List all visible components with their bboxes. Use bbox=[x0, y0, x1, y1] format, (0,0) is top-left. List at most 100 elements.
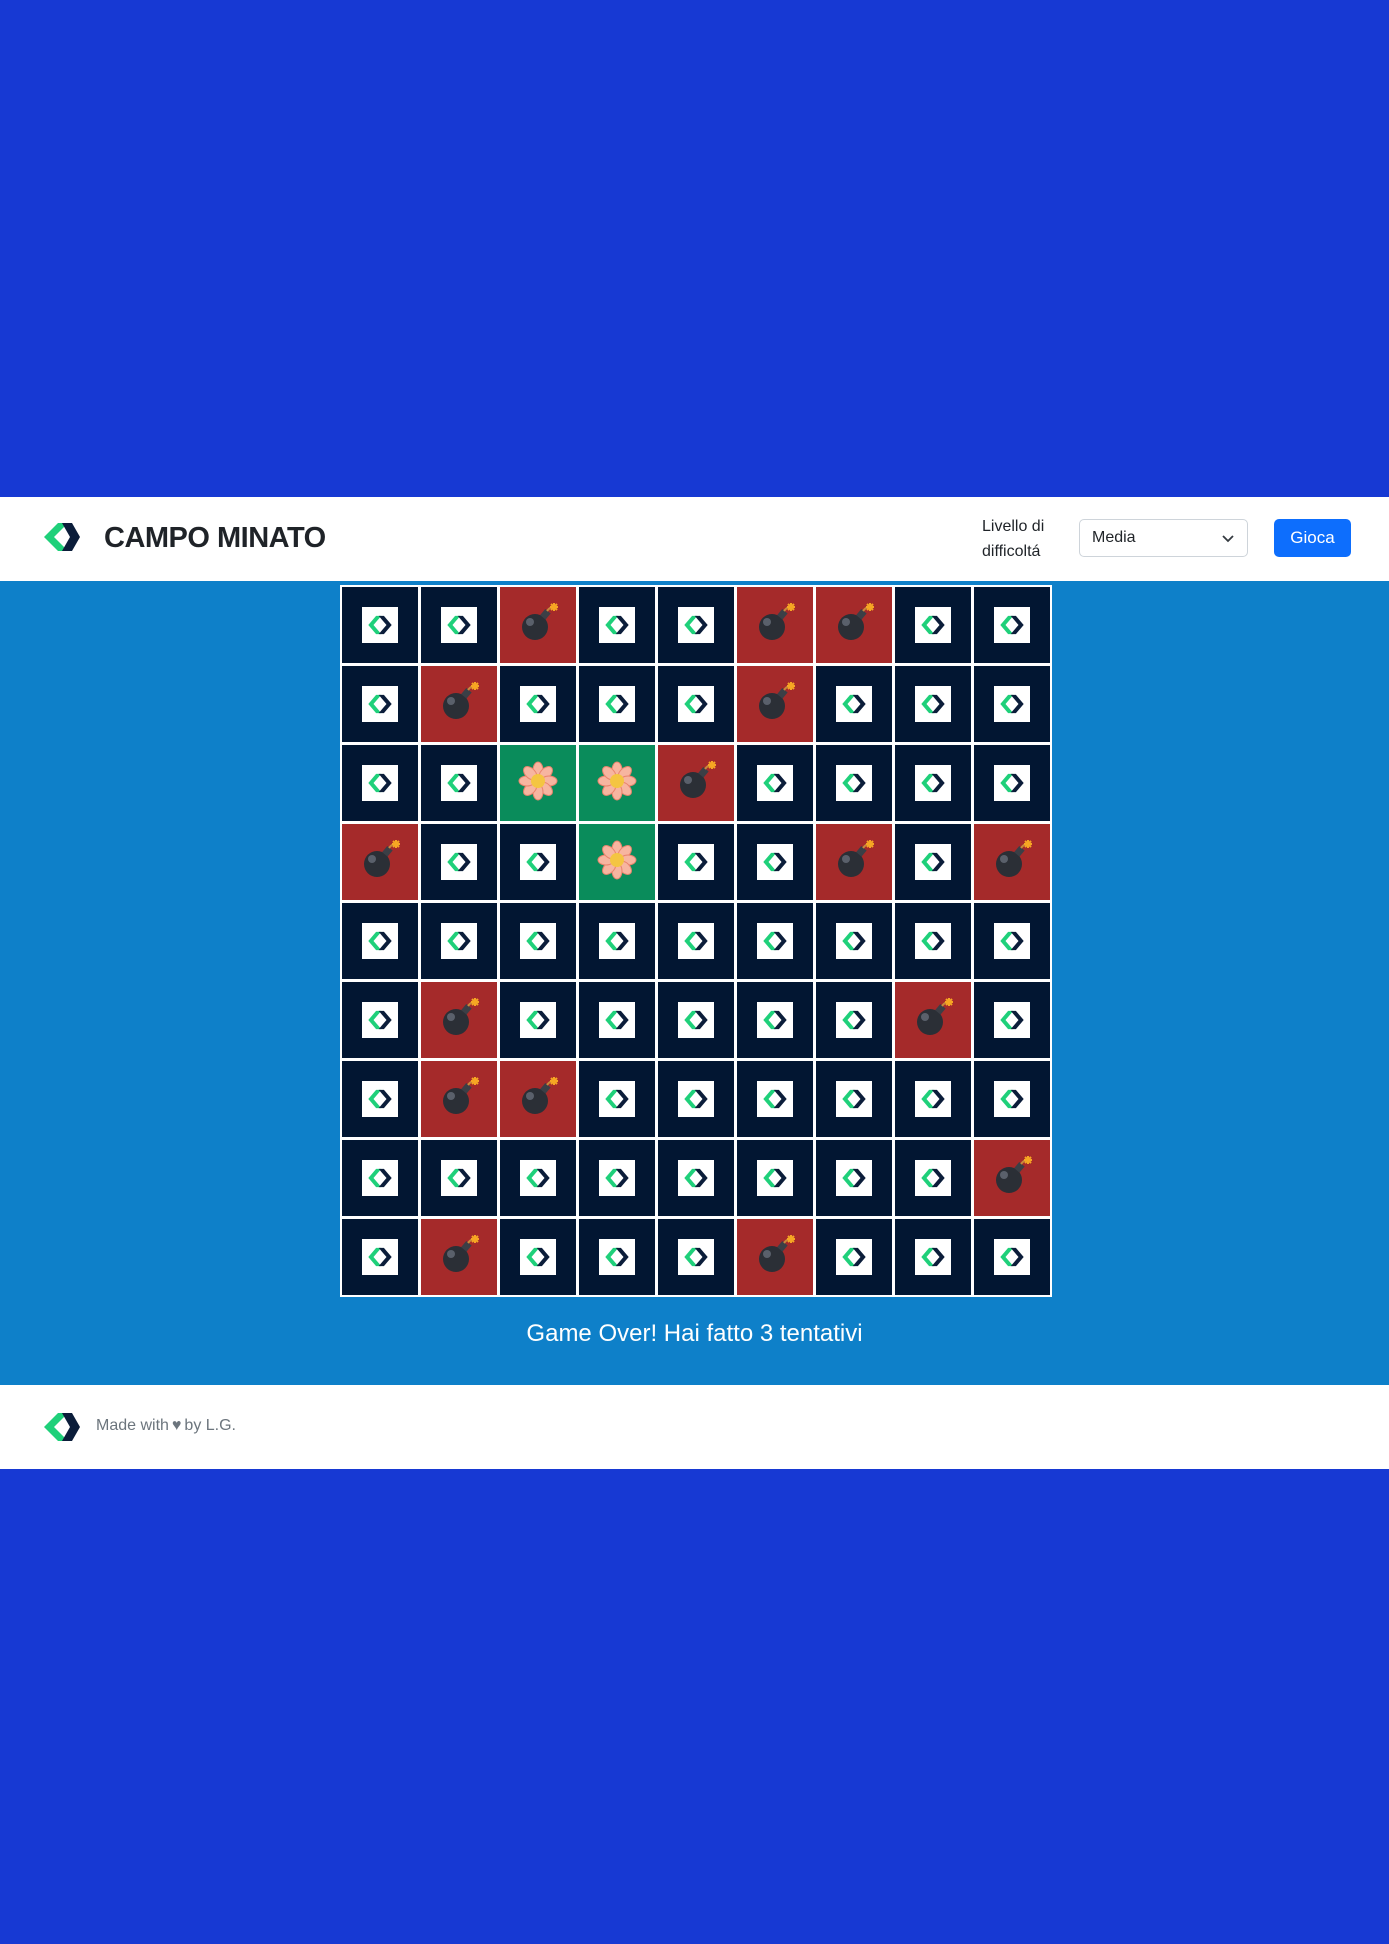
grid-cell-hidden[interactable] bbox=[342, 666, 418, 742]
grid-cell-hidden[interactable] bbox=[421, 1140, 497, 1216]
grid-cell-hidden[interactable] bbox=[737, 1140, 813, 1216]
grid-cell-hidden[interactable] bbox=[342, 982, 418, 1058]
grid-cell-hidden[interactable] bbox=[816, 982, 892, 1058]
logo-tile-icon bbox=[836, 1239, 872, 1275]
logo-tile-icon bbox=[678, 923, 714, 959]
grid-cell-hidden[interactable] bbox=[895, 903, 971, 979]
grid-cell-hidden[interactable] bbox=[658, 903, 734, 979]
logo-tile-icon bbox=[994, 607, 1030, 643]
grid-cell-bomb[interactable] bbox=[421, 1061, 497, 1137]
grid-cell-hidden[interactable] bbox=[737, 982, 813, 1058]
flower-icon bbox=[597, 840, 637, 885]
grid-cell-hidden[interactable] bbox=[658, 666, 734, 742]
logo-tile-icon bbox=[599, 686, 635, 722]
logo-tile-icon bbox=[599, 1160, 635, 1196]
grid-cell-hidden[interactable] bbox=[737, 824, 813, 900]
grid-cell-hidden[interactable] bbox=[579, 1140, 655, 1216]
grid-cell-bomb[interactable] bbox=[342, 824, 418, 900]
grid-cell-hidden[interactable] bbox=[421, 745, 497, 821]
logo-tile-icon bbox=[599, 1081, 635, 1117]
grid-cell-bomb[interactable] bbox=[816, 587, 892, 663]
grid-cell-bomb[interactable] bbox=[974, 824, 1050, 900]
grid-cell-hidden[interactable] bbox=[421, 903, 497, 979]
bomb-icon bbox=[437, 680, 481, 729]
grid-cell-hidden[interactable] bbox=[579, 1061, 655, 1137]
logo-tile-icon bbox=[362, 765, 398, 801]
grid-cell-hidden[interactable] bbox=[421, 824, 497, 900]
grid-cell-hidden[interactable] bbox=[658, 587, 734, 663]
logo-tile-icon bbox=[362, 686, 398, 722]
difficulty-select[interactable]: Media bbox=[1079, 519, 1248, 557]
play-button[interactable]: Gioca bbox=[1274, 519, 1351, 557]
grid-cell-hidden[interactable] bbox=[342, 1140, 418, 1216]
grid-cell-bomb[interactable] bbox=[421, 666, 497, 742]
logo-tile-icon bbox=[757, 923, 793, 959]
grid-cell-hidden[interactable] bbox=[342, 745, 418, 821]
grid-cell-hidden[interactable] bbox=[579, 1219, 655, 1295]
grid-cell-hidden[interactable] bbox=[895, 1140, 971, 1216]
grid-cell-bomb[interactable] bbox=[974, 1140, 1050, 1216]
grid-cell-hidden[interactable] bbox=[816, 745, 892, 821]
grid-cell-bomb[interactable] bbox=[816, 824, 892, 900]
grid-cell-bomb[interactable] bbox=[737, 1219, 813, 1295]
logo-tile-icon bbox=[362, 1160, 398, 1196]
grid-cell-hidden[interactable] bbox=[579, 903, 655, 979]
grid-cell-hidden[interactable] bbox=[974, 903, 1050, 979]
grid-cell-hidden[interactable] bbox=[500, 824, 576, 900]
grid-cell-hidden[interactable] bbox=[658, 982, 734, 1058]
grid-cell-hidden[interactable] bbox=[342, 587, 418, 663]
grid-cell-bomb[interactable] bbox=[421, 982, 497, 1058]
grid-cell-bomb[interactable] bbox=[895, 982, 971, 1058]
grid-cell-hidden[interactable] bbox=[579, 666, 655, 742]
grid-cell-hidden[interactable] bbox=[500, 1219, 576, 1295]
grid-cell-hidden[interactable] bbox=[974, 745, 1050, 821]
logo-tile-icon bbox=[678, 1160, 714, 1196]
grid-cell-bomb[interactable] bbox=[737, 666, 813, 742]
grid-cell-bomb[interactable] bbox=[737, 587, 813, 663]
grid-cell-hidden[interactable] bbox=[579, 587, 655, 663]
grid-cell-hidden[interactable] bbox=[737, 745, 813, 821]
grid-cell-flower[interactable] bbox=[579, 745, 655, 821]
grid-cell-hidden[interactable] bbox=[579, 982, 655, 1058]
grid-cell-hidden[interactable] bbox=[658, 1140, 734, 1216]
grid-cell-bomb[interactable] bbox=[500, 1061, 576, 1137]
grid-cell-hidden[interactable] bbox=[500, 982, 576, 1058]
grid-cell-hidden[interactable] bbox=[974, 666, 1050, 742]
grid-cell-hidden[interactable] bbox=[895, 666, 971, 742]
grid-cell-hidden[interactable] bbox=[500, 903, 576, 979]
grid-cell-flower[interactable] bbox=[500, 745, 576, 821]
logo-tile-icon bbox=[757, 1081, 793, 1117]
grid-cell-hidden[interactable] bbox=[974, 587, 1050, 663]
grid-cell-hidden[interactable] bbox=[658, 824, 734, 900]
grid-cell-hidden[interactable] bbox=[895, 745, 971, 821]
bomb-icon bbox=[437, 996, 481, 1045]
grid-cell-hidden[interactable] bbox=[895, 1061, 971, 1137]
grid-cell-hidden[interactable] bbox=[816, 666, 892, 742]
grid-cell-hidden[interactable] bbox=[421, 587, 497, 663]
grid-cell-hidden[interactable] bbox=[974, 982, 1050, 1058]
grid-cell-hidden[interactable] bbox=[974, 1061, 1050, 1137]
grid-cell-hidden[interactable] bbox=[974, 1219, 1050, 1295]
grid-cell-hidden[interactable] bbox=[342, 1061, 418, 1137]
grid-cell-hidden[interactable] bbox=[342, 1219, 418, 1295]
grid-cell-hidden[interactable] bbox=[500, 666, 576, 742]
grid-cell-hidden[interactable] bbox=[737, 903, 813, 979]
grid-cell-hidden[interactable] bbox=[737, 1061, 813, 1137]
grid-cell-hidden[interactable] bbox=[658, 1219, 734, 1295]
grid-cell-hidden[interactable] bbox=[816, 903, 892, 979]
grid-cell-bomb[interactable] bbox=[658, 745, 734, 821]
grid-cell-hidden[interactable] bbox=[895, 1219, 971, 1295]
grid-cell-hidden[interactable] bbox=[500, 1140, 576, 1216]
logo-tile-icon bbox=[915, 1160, 951, 1196]
grid-cell-hidden[interactable] bbox=[816, 1140, 892, 1216]
grid-cell-hidden[interactable] bbox=[658, 1061, 734, 1137]
grid-cell-hidden[interactable] bbox=[816, 1061, 892, 1137]
grid-cell-hidden[interactable] bbox=[895, 587, 971, 663]
grid-cell-flower[interactable] bbox=[579, 824, 655, 900]
grid-cell-hidden[interactable] bbox=[895, 824, 971, 900]
grid-cell-hidden[interactable] bbox=[342, 903, 418, 979]
logo-tile-icon bbox=[915, 923, 951, 959]
grid-cell-hidden[interactable] bbox=[816, 1219, 892, 1295]
grid-cell-bomb[interactable] bbox=[500, 587, 576, 663]
grid-cell-bomb[interactable] bbox=[421, 1219, 497, 1295]
